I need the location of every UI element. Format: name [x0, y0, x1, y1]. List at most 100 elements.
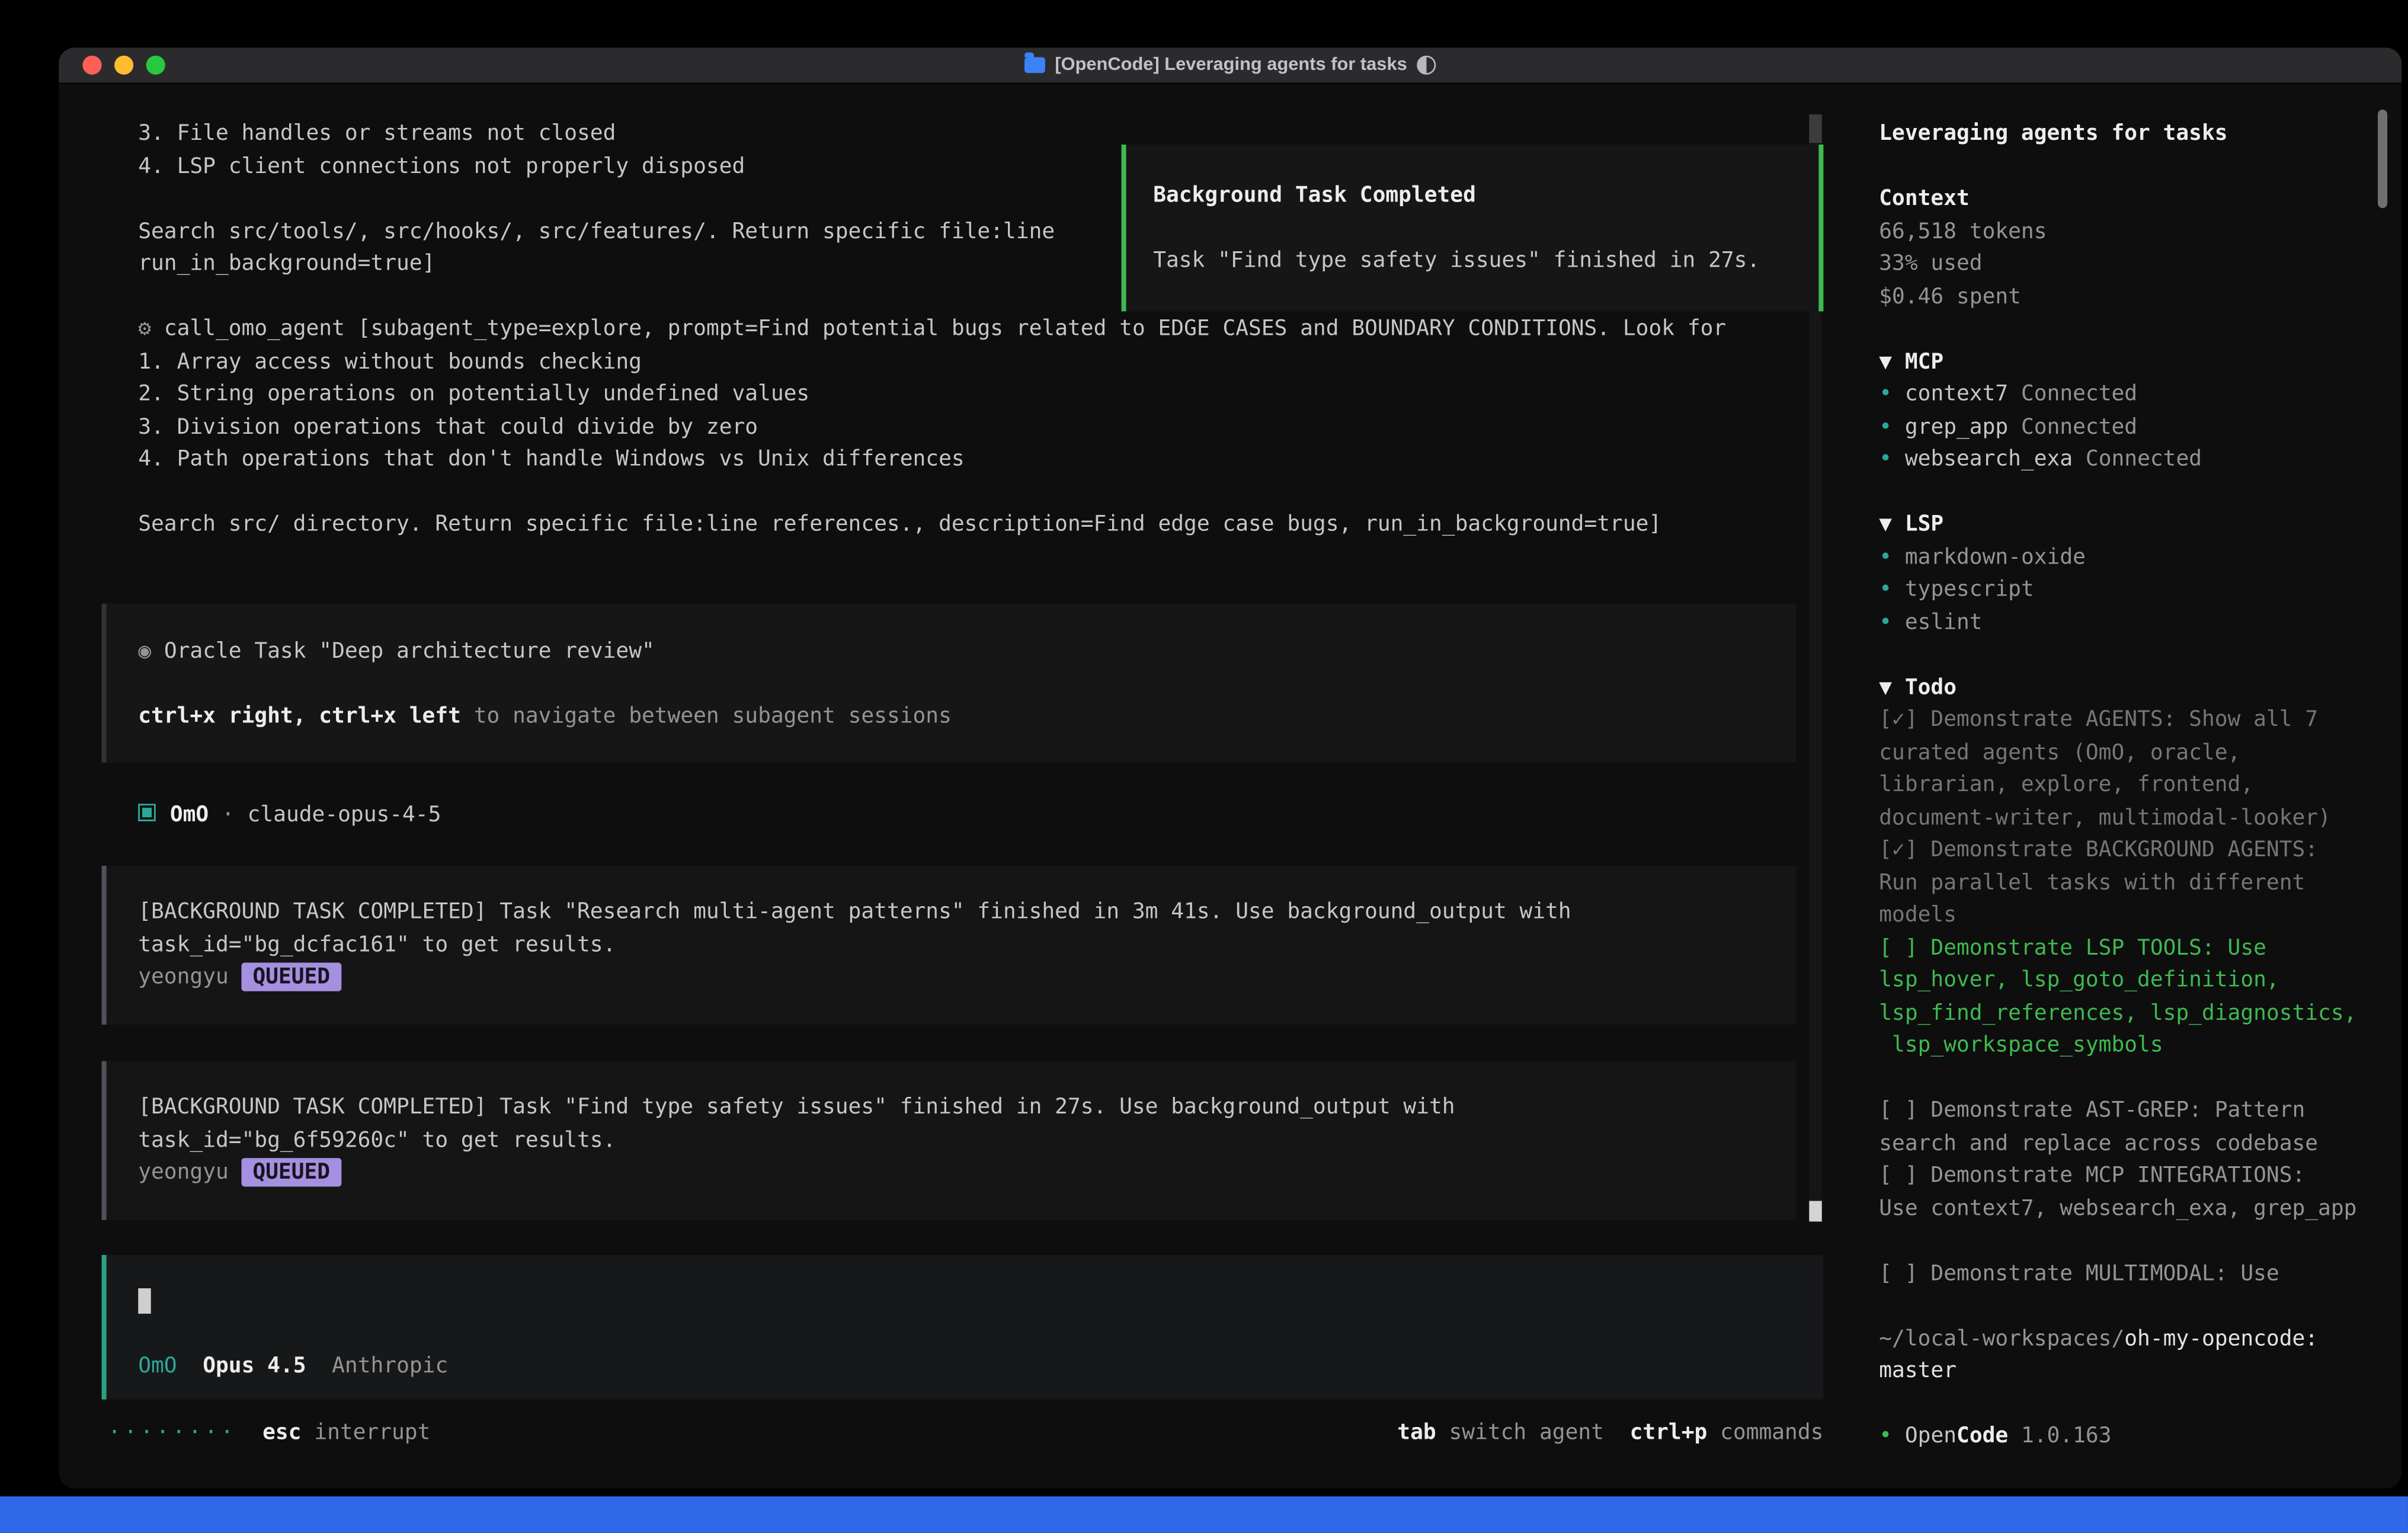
text-line: ~/local-workspaces/oh-my-opencode:	[1879, 1323, 2385, 1355]
background-task-message-1: [BACKGROUND TASK COMPLETED] Task "Resear…	[102, 866, 1797, 1025]
text-segment: OmO	[138, 1353, 177, 1379]
text-line: [ ] Demonstrate AST-GREP: Pattern	[1879, 1094, 2385, 1127]
text-line: lsp_workspace_symbols	[1879, 1029, 2385, 1062]
text-segment: •	[1879, 1423, 1905, 1449]
text-line	[138, 1285, 1823, 1318]
text-line: • websearch_exa Connected	[1879, 443, 2385, 476]
text-line: ⚙ call_omo_agent [subagent_type=explore,…	[138, 313, 1806, 345]
text-line: Run parallel tasks with different	[1879, 866, 2385, 899]
text-segment: •	[1879, 577, 1905, 602]
text-segment	[306, 1353, 332, 1379]
sidebar-content: Leveraging agents for tasks Context66,51…	[1879, 117, 2385, 1452]
text-segment: Connected	[2073, 446, 2202, 472]
text-segment: ▼ MCP	[1879, 348, 1943, 374]
text-segment: Connected	[2008, 414, 2137, 439]
text-segment: 33% used	[1879, 251, 1982, 277]
text-segment: 1. Array access without bounds checking	[138, 348, 642, 374]
activity-dots: ········	[108, 1419, 236, 1445]
text-segment: Connected	[2008, 381, 2137, 407]
window-title: [OpenCode] Leveraging agents for tasks	[1055, 56, 1407, 75]
text-segment: tab	[1397, 1419, 1436, 1445]
text-line: task_id="bg_dcfac161" to get results.	[138, 929, 1797, 961]
text-segment: Anthropic	[332, 1353, 448, 1379]
text-segment: 4. Path operations that don't handle Win…	[138, 446, 964, 472]
text-segment: ▼ LSP	[1879, 511, 1943, 537]
text-line: 2. String operations on potentially unde…	[138, 378, 1806, 411]
text-line: OmO · claude-opus-4-5	[138, 799, 441, 831]
sidebar-scrollbar-thumb[interactable]	[2378, 110, 2387, 208]
text-segment: Opus 4.5	[203, 1353, 306, 1379]
text-segment: OmO	[170, 802, 209, 828]
desktop-strip	[0, 1496, 2408, 1533]
text-line: 1. Array access without bounds checking	[138, 345, 1806, 378]
background-task-toast: Background Task Completed Task "Find typ…	[1122, 145, 1824, 311]
text-segment: [BACKGROUND TASK COMPLETED] Task "Resear…	[138, 899, 1571, 924]
text-segment: 3. Division operations that could divide…	[138, 414, 758, 439]
scrollbar-thumb[interactable]	[1809, 1201, 1821, 1222]
text-line: 33% used	[1879, 248, 2385, 280]
text-segment: ctrl+x right, ctrl+x left	[138, 704, 461, 729]
text-segment: task_id="bg_dcfac161" to get results.	[138, 932, 616, 957]
text-segment: typescript	[1905, 577, 2034, 602]
text-segment	[177, 1353, 203, 1379]
text-segment: grep_app	[1905, 414, 2008, 439]
text-line	[1879, 150, 2385, 183]
text-segment: [✓] Demonstrate BACKGROUND AGENTS:	[1879, 837, 2318, 863]
text-segment: ·	[209, 802, 247, 828]
text-line	[138, 668, 1797, 700]
text-segment: •	[1879, 609, 1905, 635]
text-line: [BACKGROUND TASK COMPLETED] Task "Find t…	[138, 1092, 1797, 1124]
text-line: Search src/ directory. Return specific f…	[138, 508, 1806, 541]
text-line: ▼ LSP	[1879, 508, 2385, 541]
text-line: lsp_hover, lsp_goto_definition,	[1879, 964, 2385, 997]
text-line: 3. Division operations that could divide…	[138, 411, 1806, 443]
text-line: • OpenCode 1.0.163	[1879, 1420, 2385, 1453]
status-bar: ········ esc interrupt tab switch agent …	[108, 1416, 1823, 1449]
text-segment: [ ] Demonstrate LSP TOOLS: Use	[1879, 935, 2266, 961]
text-line: • context7 Connected	[1879, 378, 2385, 411]
text-segment: lsp_find_references, lsp_diagnostics,	[1879, 1000, 2356, 1026]
loading-spinner-icon	[1417, 56, 1436, 75]
screen: [OpenCode] Leveraging agents for tasks 3…	[0, 0, 2408, 1533]
text-segment: to navigate between subagent sessions	[461, 704, 952, 729]
agent-session-header: OmO · claude-opus-4-5	[138, 799, 441, 831]
text-line: Context	[1879, 183, 2385, 215]
text-segment: commands	[1707, 1419, 1823, 1445]
text-segment: $0.46 spent	[1879, 284, 2021, 309]
text-segment: call_omo_agent	[164, 316, 345, 341]
text-segment	[1604, 1419, 1630, 1445]
text-segment: •	[1879, 414, 1905, 439]
text-segment: •	[1879, 544, 1905, 569]
text-line: search and replace across codebase	[1879, 1127, 2385, 1160]
text-line	[138, 476, 1806, 508]
text-segment: [ ] Demonstrate AST-GREP: Pattern	[1879, 1097, 2305, 1123]
text-line: task_id="bg_6f59260c" to get results.	[138, 1124, 1797, 1157]
toast-title: Background Task Completed	[1153, 180, 1818, 212]
text-segment: claude-opus-4-5	[248, 802, 441, 828]
prompt-input[interactable]: OmO Opus 4.5 Anthropic	[102, 1255, 1824, 1400]
text-line: ▼ MCP	[1879, 345, 2385, 378]
toast-body: Task "Find type safety issues" finished …	[1153, 245, 1818, 277]
window-title-area: [OpenCode] Leveraging agents for tasks	[59, 47, 2401, 82]
text-segment: ▼ Todo	[1879, 674, 1956, 700]
chat-main-pane: 3. File handles or streams not closed4. …	[59, 84, 1853, 1489]
terminal-window: [OpenCode] Leveraging agents for tasks 3…	[59, 47, 2401, 1488]
text-segment: [ ] Demonstrate MULTIMODAL: Use	[1879, 1260, 2279, 1286]
text-segment: master	[1879, 1358, 1956, 1384]
text-line: • eslint	[1879, 606, 2385, 639]
text-line	[1879, 639, 2385, 671]
text-segment: interrupt	[301, 1419, 430, 1445]
text-line: Use context7, websearch_exa, grep_app	[1879, 1192, 2385, 1225]
text-line: [ ] Demonstrate MCP INTEGRATIONS:	[1879, 1160, 2385, 1192]
text-line	[1879, 313, 2385, 345]
text-line	[138, 1318, 1823, 1350]
text-segment: oh-my-opencode:	[2124, 1326, 2318, 1351]
text-segment: 4. LSP client connections not properly d…	[138, 153, 745, 179]
text-cursor	[138, 1288, 150, 1314]
text-segment: search and replace across codebase	[1879, 1130, 2318, 1156]
text-line: [✓] Demonstrate AGENTS: Show all 7	[1879, 704, 2385, 737]
oracle-task-panel[interactable]: ◉ Oracle Task "Deep architecture review"…	[102, 604, 1797, 763]
text-line: models	[1879, 899, 2385, 932]
text-segment: ⚙	[138, 316, 164, 341]
text-segment: Code	[1956, 1423, 2008, 1449]
